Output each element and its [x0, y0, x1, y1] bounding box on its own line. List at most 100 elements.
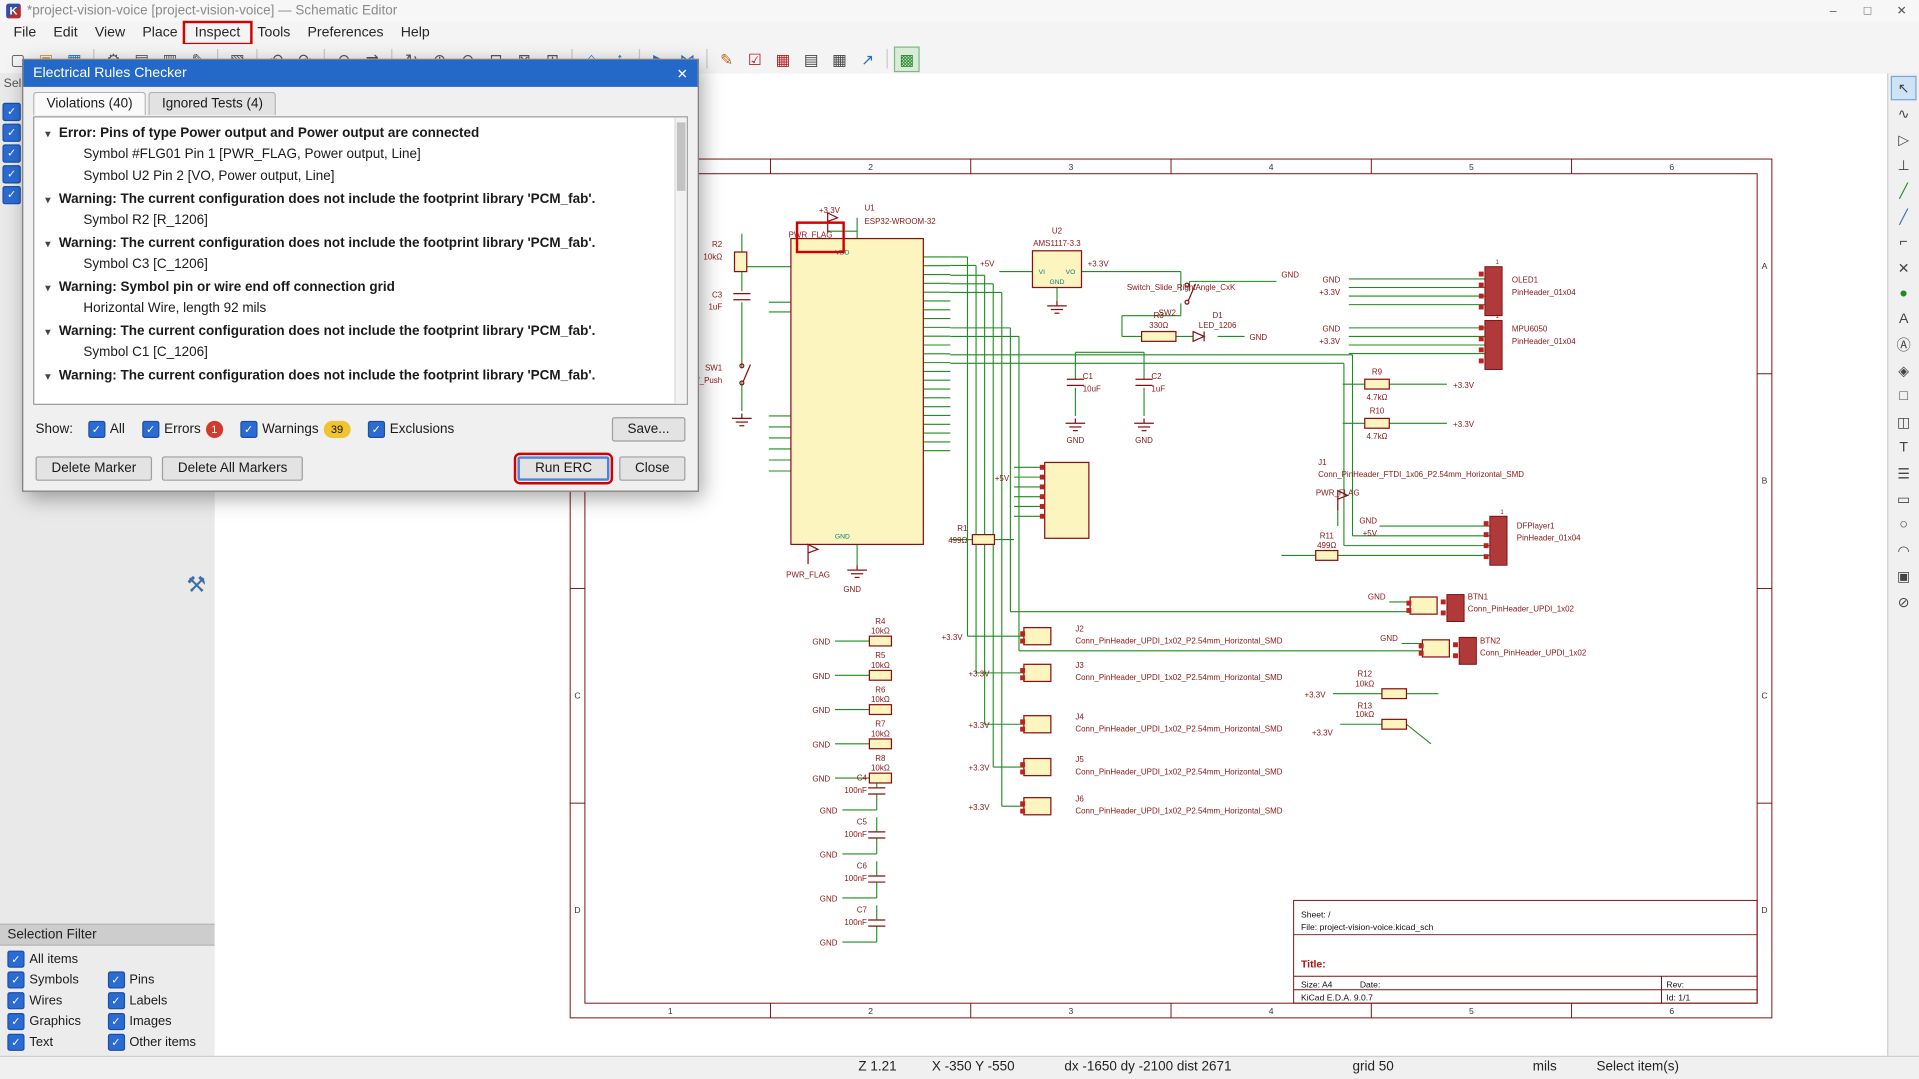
violation-detail[interactable]: Symbol U2 Pin 2 [VO, Power output, Line]: [34, 166, 686, 188]
schematic-label: GND: [812, 672, 830, 681]
selection-filter-images[interactable]: ✓ Images: [107, 1012, 207, 1031]
violation-detail[interactable]: Symbol #FLG01 Pin 1 [PWR_FLAG, Power out…: [34, 144, 686, 166]
selection-filter-symbols[interactable]: ✓ Symbols: [7, 971, 107, 989]
filter-warnings[interactable]: ✓ Warnings 39: [240, 420, 351, 438]
menu-item-inspect[interactable]: Inspect: [182, 20, 253, 46]
assign-footprints-icon[interactable]: ▦: [770, 46, 796, 72]
schematic-label: PinHeader_01x04: [1512, 288, 1576, 297]
minimize-button[interactable]: –: [1816, 0, 1850, 22]
toggle-hidden-pins-icon[interactable]: ✓: [2, 165, 21, 184]
draw-wire-icon[interactable]: ╱: [1891, 179, 1917, 203]
export-icon[interactable]: ↗: [855, 46, 881, 72]
violation-row[interactable]: ▾ Warning: The current configuration does…: [34, 321, 686, 343]
add-power-icon[interactable]: ⊥: [1891, 153, 1917, 177]
menu-item-file[interactable]: File: [5, 24, 45, 41]
delete-all-markers-button[interactable]: Delete All Markers: [161, 456, 304, 481]
add-textbox-icon[interactable]: ☰: [1891, 461, 1917, 485]
maximize-button[interactable]: □: [1850, 0, 1884, 22]
menu-item-edit[interactable]: Edit: [45, 24, 86, 41]
tab-violations[interactable]: Violations (40): [33, 91, 147, 115]
violation-row[interactable]: ▾ Warning: The current configuration does…: [34, 365, 686, 387]
violation-detail[interactable]: Symbol C3 [C_1206]: [34, 254, 686, 276]
selection-filter-wires[interactable]: ✓ Wires: [7, 992, 107, 1010]
bom-icon[interactable]: ▦: [826, 46, 852, 72]
scrollbar-thumb[interactable]: [676, 122, 686, 191]
expander-icon[interactable]: ▾: [42, 282, 54, 293]
svg-text:4: 4: [1269, 1006, 1274, 1016]
violation-detail[interactable]: Symbol C1 [C_1206]: [34, 343, 686, 365]
add-image-icon[interactable]: ▣: [1891, 564, 1917, 588]
expander-icon[interactable]: ▾: [42, 370, 54, 381]
schematic-label: 1: [1500, 509, 1504, 516]
violation-detail[interactable]: Symbol R2 [R_1206]: [34, 210, 686, 232]
filter-exclusions[interactable]: ✓ Exclusions: [367, 420, 454, 438]
tab-ignored-tests[interactable]: Ignored Tests (4): [148, 91, 277, 115]
filter-errors[interactable]: ✓ Errors 1: [142, 420, 223, 438]
expander-icon[interactable]: ▾: [42, 128, 54, 139]
net-label-icon[interactable]: A: [1891, 307, 1917, 331]
edit-symbol-fields-icon[interactable]: ▤: [798, 46, 824, 72]
violation-detail[interactable]: Horizontal Wire, length 92 mils: [34, 299, 686, 321]
schematic-label: GND: [820, 851, 838, 860]
menu-item-preferences[interactable]: Preferences: [299, 24, 392, 41]
close-dialog-button[interactable]: Close: [619, 456, 686, 481]
menu-item-help[interactable]: Help: [392, 24, 438, 41]
toggle-cursor-icon[interactable]: ✓: [2, 144, 21, 163]
selection-filter-other-items[interactable]: ✓ Other items: [107, 1033, 207, 1051]
expander-icon[interactable]: ▾: [42, 326, 54, 337]
hierarchical-label-icon[interactable]: ◈: [1891, 358, 1917, 382]
junction-icon[interactable]: ●: [1891, 281, 1917, 305]
sheet-pin-icon[interactable]: ◫: [1891, 410, 1917, 434]
close-button[interactable]: ✕: [1885, 0, 1919, 22]
violation-row[interactable]: ▾ Warning: The current configuration does…: [34, 188, 686, 210]
scrollbar[interactable]: [674, 117, 687, 404]
add-arc-icon[interactable]: ◠: [1891, 538, 1917, 562]
delete-marker-button[interactable]: Delete Marker: [35, 456, 153, 481]
toggle-units-icon[interactable]: ✓: [2, 123, 21, 142]
add-circle-icon[interactable]: ○: [1891, 513, 1917, 537]
open-pcb-editor-icon[interactable]: ▩: [893, 45, 920, 72]
schematic-label: +3.3V: [1453, 381, 1475, 390]
schematic-label: J1: [1318, 458, 1327, 467]
menu-item-tools[interactable]: Tools: [249, 24, 299, 41]
expander-icon[interactable]: ▾: [42, 238, 54, 249]
add-text-icon[interactable]: T: [1891, 436, 1917, 460]
violation-row[interactable]: ▾ Warning: Symbol pin or wire end off con…: [34, 276, 686, 298]
menu-item-place[interactable]: Place: [134, 24, 186, 41]
schematic-label: +3.3V: [1088, 260, 1110, 269]
menu-item-view[interactable]: View: [86, 24, 133, 41]
add-symbol-icon[interactable]: ▷: [1891, 127, 1917, 151]
schematic-label: R9: [1372, 367, 1383, 376]
add-rectangle-icon[interactable]: ▭: [1891, 487, 1917, 511]
delete-tool-icon[interactable]: ⊘: [1891, 590, 1917, 614]
violation-list[interactable]: ▾ Error: Pins of type Power output and Po…: [33, 116, 688, 405]
selection-filter-graphics[interactable]: ✓ Graphics: [7, 1012, 107, 1031]
run-erc-button[interactable]: Run ERC: [514, 452, 613, 485]
run-erc-icon[interactable]: ☑: [742, 46, 768, 72]
violation-row[interactable]: ▾ Warning: The current configuration does…: [34, 232, 686, 254]
selection-filter-labels[interactable]: ✓ Labels: [107, 992, 207, 1010]
schematic-label: GND: [812, 775, 830, 784]
erc-dialog-titlebar[interactable]: Electrical Rules Checker ✕: [23, 59, 698, 87]
toggle-free-angle-icon[interactable]: ✓: [2, 185, 21, 205]
expander-icon[interactable]: ▾: [42, 194, 54, 205]
violation-row[interactable]: ▾ Error: Pins of type Power output and Po…: [34, 122, 686, 144]
svg-text:4: 4: [1269, 162, 1274, 172]
no-connect-icon[interactable]: ✕: [1891, 256, 1917, 280]
annotate-icon[interactable]: ✎: [714, 46, 740, 72]
select-tool-icon[interactable]: ↖: [1890, 75, 1917, 101]
global-label-icon[interactable]: Ⓐ: [1891, 333, 1917, 357]
selection-filter-pins[interactable]: ✓ Pins: [107, 971, 207, 989]
add-sheet-icon[interactable]: □: [1891, 384, 1917, 408]
close-icon[interactable]: ✕: [677, 65, 688, 82]
draw-bus-icon[interactable]: ╱: [1891, 204, 1917, 228]
filter-all[interactable]: ✓ All: [87, 420, 125, 438]
wire-bus-entry-icon[interactable]: ⌐: [1891, 230, 1917, 254]
toggle-grid-icon[interactable]: ✓: [2, 102, 21, 122]
highlight-net-icon[interactable]: ∿: [1891, 102, 1917, 126]
svg-text:5: 5: [1469, 162, 1474, 172]
save-button[interactable]: Save...: [611, 417, 686, 442]
schematic-label: Conn_PinHeader_UPDI_1x02_P2.54mm_Horizon…: [1075, 637, 1282, 646]
selection-filter-all-items[interactable]: ✓ All items: [7, 950, 107, 968]
selection-filter-text[interactable]: ✓ Text: [7, 1033, 107, 1051]
